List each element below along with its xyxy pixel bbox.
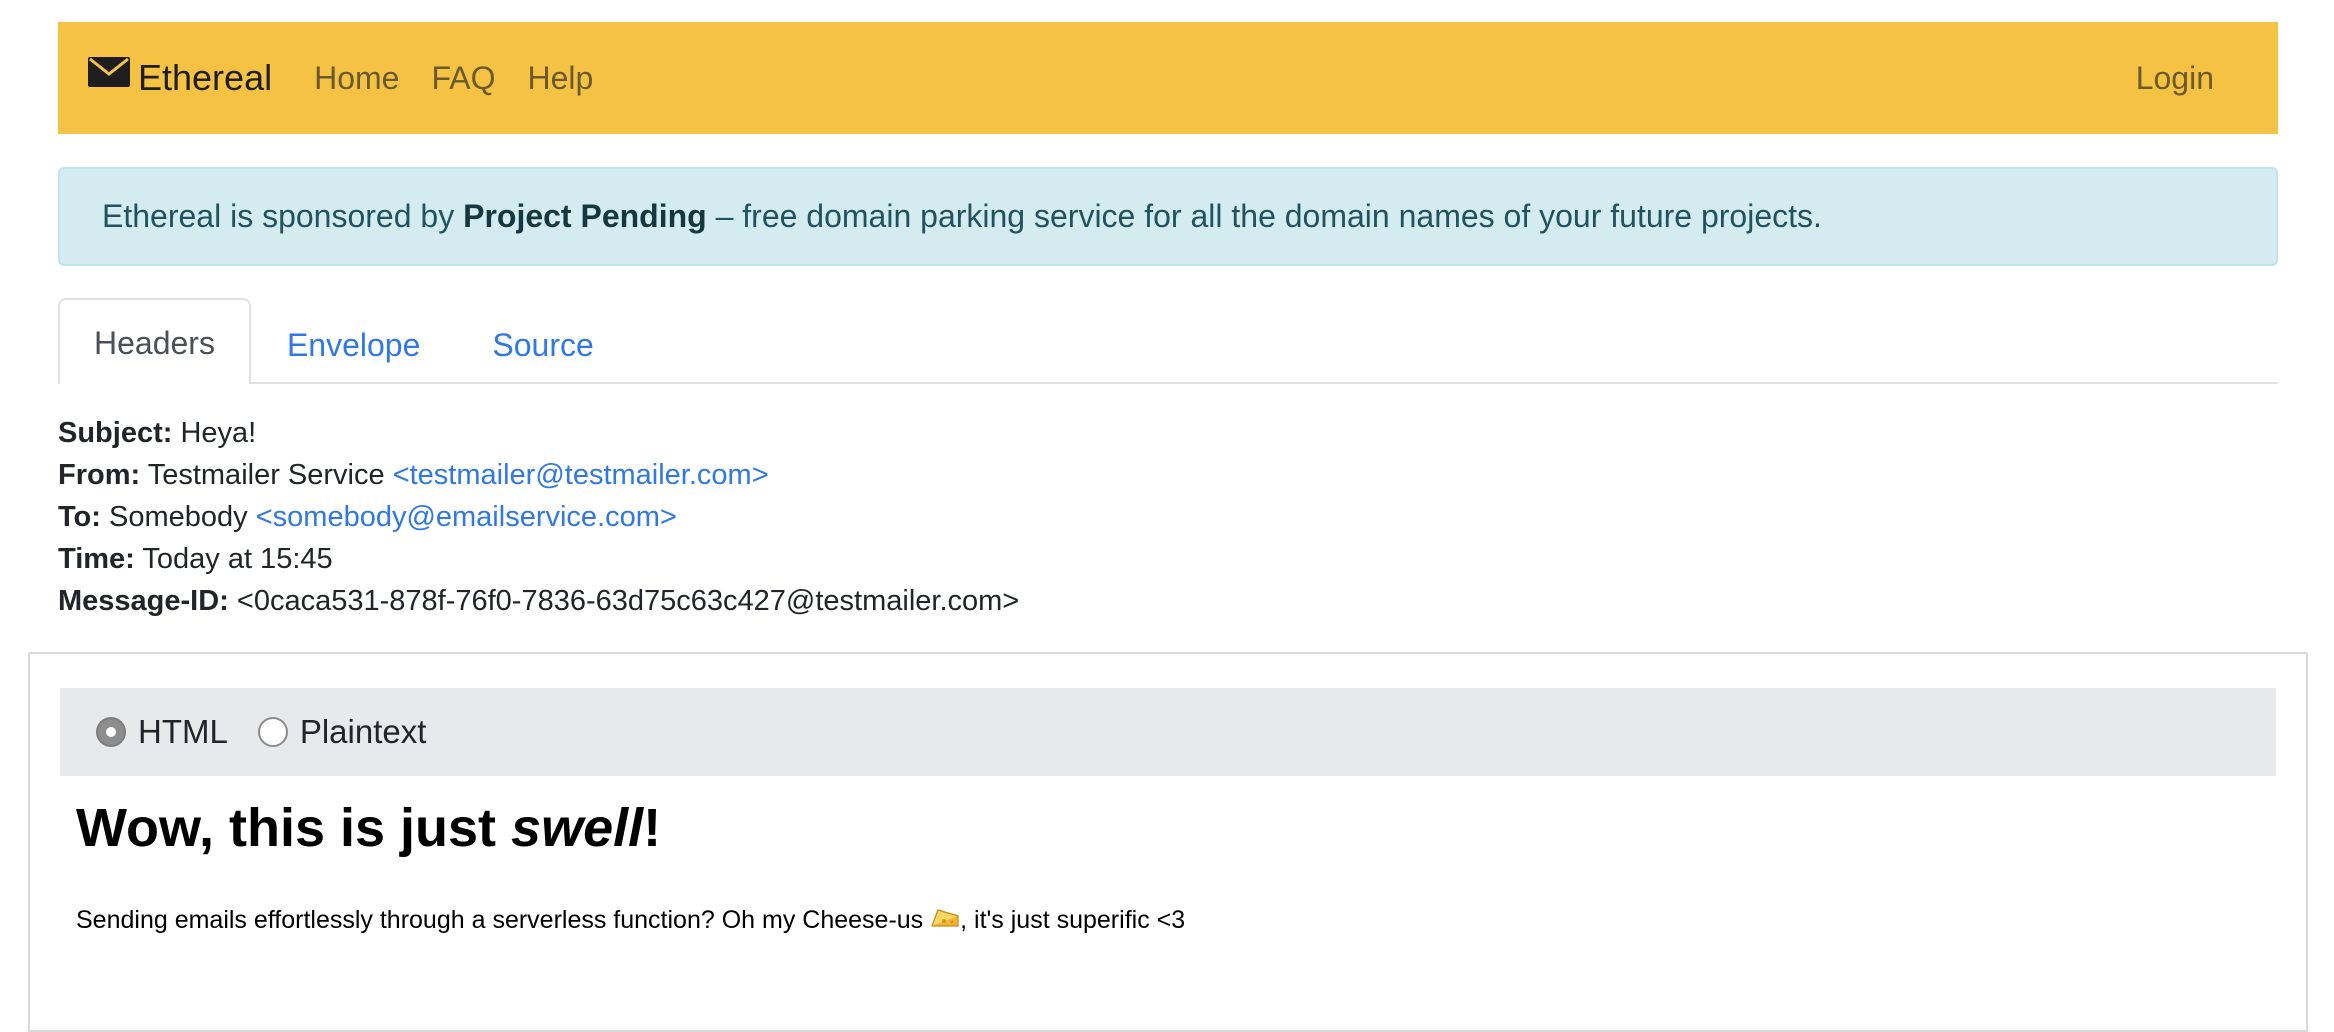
email-paragraph: Sending emails effortlessly through a se… [76,906,1185,935]
envelope-icon [88,57,130,87]
tab-source[interactable]: Source [456,300,629,382]
email-heading: Wow, this is just swell! [76,788,1185,868]
alert-prefix: Ethereal is sponsored by [102,198,464,234]
from-address-link[interactable]: <testmailer@testmailer.com> [393,459,769,491]
paragraph-after: , it's just superific <3 [960,906,1186,934]
radio-selected-indicator[interactable] [96,717,126,747]
sponsor-alert: Ethereal is sponsored by Project Pending… [58,167,2278,266]
message-preview: HTML Plaintext Wow, this is just swell! … [28,652,2308,1032]
brand-link[interactable]: Ethereal [88,57,272,99]
time-value: Today at 15:45 [142,543,333,575]
to-address-link[interactable]: <somebody@emailservice.com> [256,501,677,533]
from-label: From: [58,459,141,491]
from-name: Testmailer Service [147,459,385,491]
message-id-label: Message-ID: [58,585,229,617]
view-toggle-bar: HTML Plaintext [60,688,2276,776]
html-radio-label: HTML [138,713,228,750]
tab-envelope[interactable]: Envelope [251,300,456,382]
time-row: Time: Today at 15:45 [58,538,1019,580]
message-id-row: Message-ID: <0caca531-878f-76f0-7836-63d… [58,580,1019,622]
heading-emphasis: swell [511,798,644,858]
subject-value: Heya! [180,417,257,449]
time-label: Time: [58,543,135,575]
to-name: Somebody [109,501,248,533]
login-link[interactable]: Login [2136,60,2214,97]
radio-indicator[interactable] [257,717,288,747]
subject-row: Subject: Heya! [58,412,1019,454]
from-row: From: Testmailer Service <testmailer@tes… [58,454,1019,496]
message-headers: Subject: Heya! From: Testmailer Service … [58,412,1019,622]
message-id-value: <0caca531-878f-76f0-7836-63d75c63c427@te… [236,585,1020,617]
plaintext-radio-label: Plaintext [299,713,427,750]
paragraph-before: Sending emails effortlessly through a se… [76,906,931,934]
subject-label: Subject: [58,417,173,449]
sponsor-name[interactable]: Project Pending [463,198,707,235]
cheese-icon [931,909,959,927]
nav-faq-link[interactable]: FAQ [431,60,495,97]
brand-name: Ethereal [138,57,273,98]
alert-suffix: – free domain parking service for all th… [706,198,1822,234]
nav-help-link[interactable]: Help [527,60,593,97]
to-label: To: [58,501,101,533]
html-radio[interactable]: HTML [96,713,228,751]
plaintext-radio[interactable]: Plaintext [257,713,427,751]
top-navbar: Ethereal Home FAQ Help Login [58,22,2278,134]
nav-home-link[interactable]: Home [314,60,399,97]
tab-headers[interactable]: Headers [58,298,251,384]
email-content: Wow, this is just swell! Sending emails … [76,788,1185,935]
heading-prefix: Wow, this is just [76,798,512,858]
message-tabs: Headers Envelope Source [58,298,2278,384]
to-row: To: Somebody <somebody@emailservice.com> [58,496,1019,538]
heading-suffix: ! [643,798,662,858]
